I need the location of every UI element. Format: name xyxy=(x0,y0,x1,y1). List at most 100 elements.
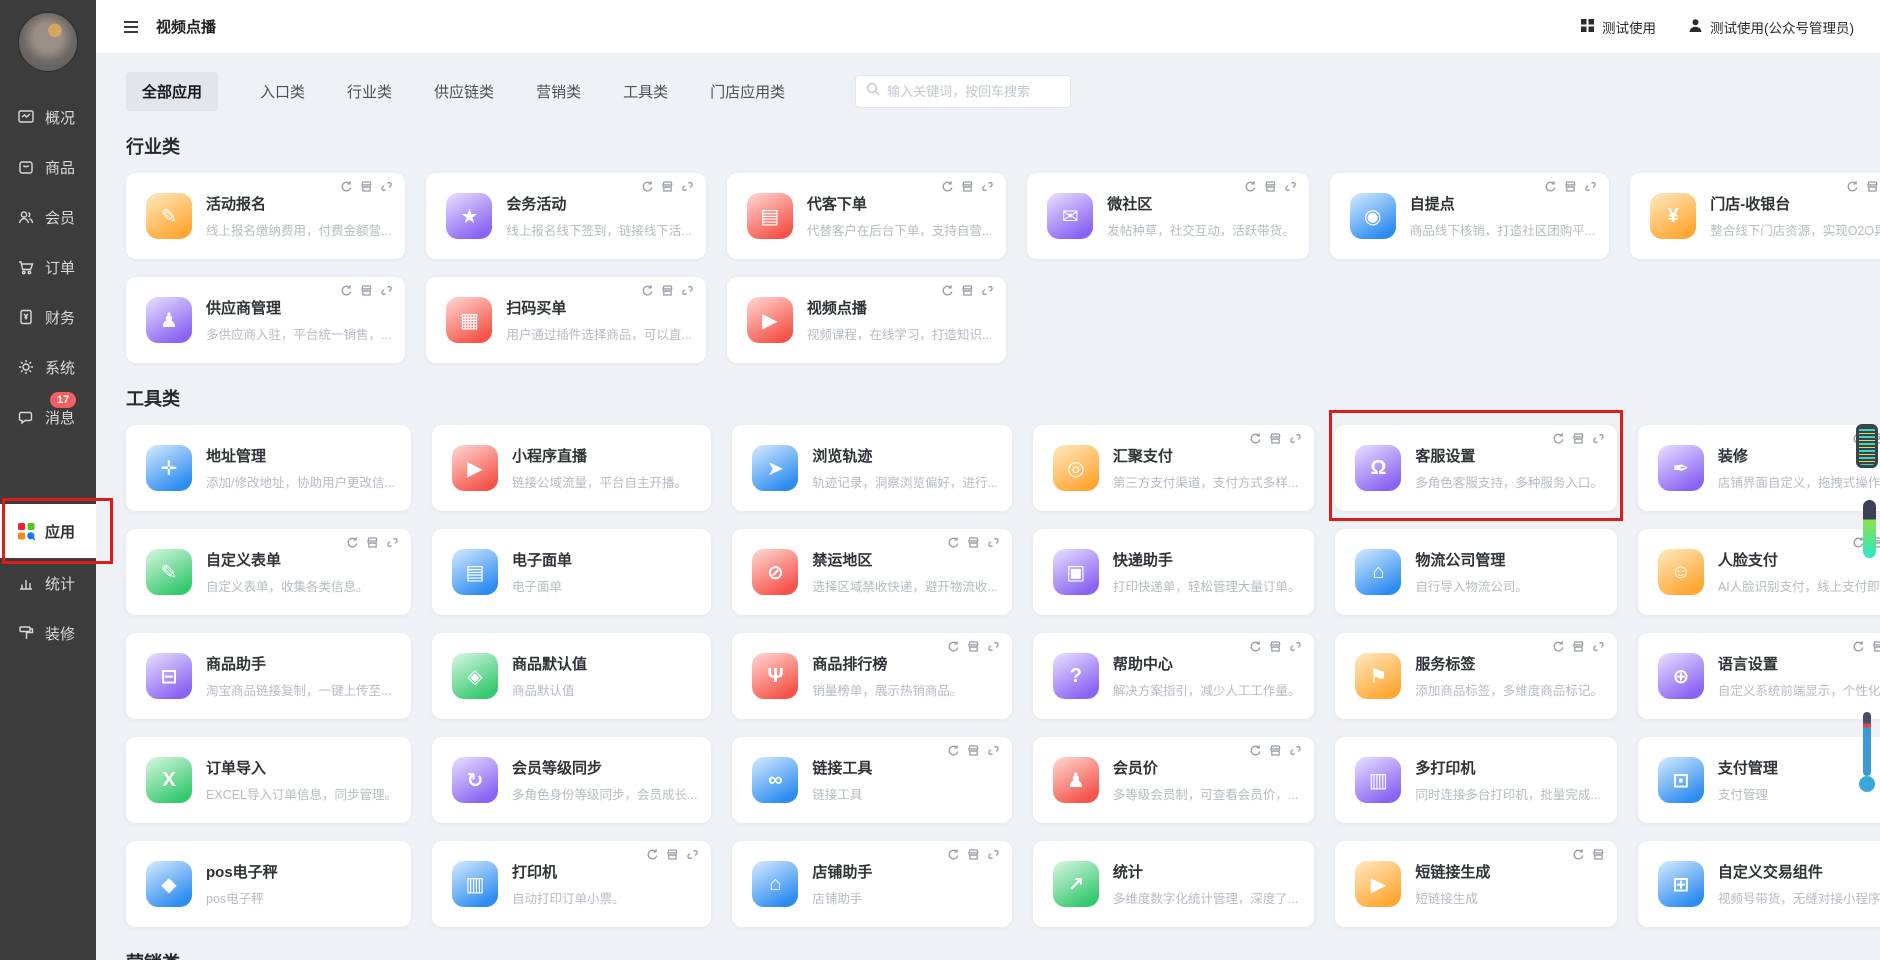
sidebar-item-4[interactable]: 订单 xyxy=(0,242,96,292)
app-card[interactable]: ⊡ 支付管理 支付管理 xyxy=(1637,737,1880,823)
tab-4[interactable]: 供应链类 xyxy=(434,81,494,102)
app-card[interactable]: ⊕ 语言设置自定义系统前端显示，个性化运... xyxy=(1637,633,1880,719)
sync-icon[interactable] xyxy=(340,284,353,297)
app-card[interactable]: ★ 会务活动 线上报名线下签到，链接线下活... xyxy=(426,173,706,259)
app-card[interactable]: ✎ 自定义表单 自定义表单，收集各类信息。 xyxy=(126,529,411,615)
app-card[interactable]: ✛ 地址管理 添加/修改地址，协助用户更改信... xyxy=(126,425,411,511)
link-icon[interactable] xyxy=(987,536,1000,549)
link-icon[interactable] xyxy=(1584,180,1597,193)
link-icon[interactable] xyxy=(1289,432,1302,445)
sync-icon[interactable] xyxy=(641,284,654,297)
shop-icon[interactable] xyxy=(1564,180,1577,193)
sidebar-item-7[interactable]: 消息 17 xyxy=(0,392,96,442)
app-card[interactable]: ⌂ 物流公司管理 自行导入物流公司。 xyxy=(1335,529,1617,615)
search-box[interactable] xyxy=(855,75,1072,108)
app-card[interactable]: Ψ 商品排行榜 销量榜单，展示热销商品。 xyxy=(732,633,1012,719)
shop-icon[interactable] xyxy=(1269,744,1282,757)
app-card[interactable]: ▥ 打印机 自动打印订单小票。 xyxy=(432,841,712,927)
search-input[interactable] xyxy=(887,84,1064,99)
link-icon[interactable] xyxy=(386,536,399,549)
link-icon[interactable] xyxy=(981,284,994,297)
equalizer-widget[interactable] xyxy=(1856,424,1878,468)
shop-icon[interactable] xyxy=(360,284,373,297)
app-card[interactable]: ▤ 电子面单 电子面单 xyxy=(432,529,712,615)
tab-2[interactable]: 入口类 xyxy=(260,81,305,102)
sync-icon[interactable] xyxy=(340,180,353,193)
sync-icon[interactable] xyxy=(646,848,659,861)
sync-icon[interactable] xyxy=(947,744,960,757)
shop-icon[interactable] xyxy=(1572,432,1585,445)
sync-icon[interactable] xyxy=(947,640,960,653)
sync-icon[interactable] xyxy=(1846,180,1859,193)
shop-icon[interactable] xyxy=(1866,180,1879,193)
shop-icon[interactable] xyxy=(967,536,980,549)
shop-icon[interactable] xyxy=(1572,640,1585,653)
app-card[interactable]: ◆ pos电子秤 pos电子秤 xyxy=(126,841,411,927)
app-card[interactable]: ▤ 代客下单 代替客户在后台下单，支持自营... xyxy=(726,173,1007,259)
app-card[interactable]: ∞ 链接工具 链接工具 xyxy=(732,737,1012,823)
sync-icon[interactable] xyxy=(1852,640,1865,653)
topbar-user-item-2[interactable]: 测试使用(公众号管理员) xyxy=(1688,17,1854,37)
shop-icon[interactable] xyxy=(661,284,674,297)
sidebar-item-1[interactable]: 概况 xyxy=(0,92,96,142)
app-card[interactable]: ◈ 商品默认值 商品默认值 xyxy=(432,633,712,719)
app-card[interactable]: ◉ 自提点 商品线下核销，打造社区团购平... xyxy=(1329,173,1610,259)
link-icon[interactable] xyxy=(1289,744,1302,757)
app-card[interactable]: ▦ 扫码买单 用户通过插件选择商品，可以直... xyxy=(426,277,706,363)
shop-icon[interactable] xyxy=(1269,432,1282,445)
app-card[interactable]: ▶ 短链接生成 短链接生成 xyxy=(1335,841,1617,927)
app-card[interactable]: ? 帮助中心 解决方案指引，减少人工工作量。 xyxy=(1032,633,1315,719)
app-card[interactable]: ⊟ 商品助手 淘宝商品链接复制，一键上传至... xyxy=(126,633,411,719)
hamburger-menu-icon[interactable] xyxy=(122,17,142,37)
link-icon[interactable] xyxy=(1592,640,1605,653)
shop-icon[interactable] xyxy=(967,640,980,653)
sync-icon[interactable] xyxy=(941,180,954,193)
sync-icon[interactable] xyxy=(1572,848,1585,861)
shop-icon[interactable] xyxy=(366,536,379,549)
shop-icon[interactable] xyxy=(1872,640,1880,653)
shop-icon[interactable] xyxy=(360,180,373,193)
shop-icon[interactable] xyxy=(1264,180,1277,193)
app-card[interactable]: ▣ 快递助手 打印快递单，轻松管理大量订单。 xyxy=(1032,529,1315,615)
shop-icon[interactable] xyxy=(1269,640,1282,653)
sidebar-item-5[interactable]: 财务 xyxy=(0,292,96,342)
tab-6[interactable]: 工具类 xyxy=(623,81,668,102)
app-card[interactable]: ↻ 会员等级同步 多角色身份等级同步，会员成长... xyxy=(432,737,712,823)
link-icon[interactable] xyxy=(380,284,393,297)
app-card[interactable]: ✎ 活动报名 线上报名缴纳费用，付费金额营... xyxy=(126,173,406,259)
app-card[interactable]: ▶ 视频点播 视频课程，在线学习，打造知识... xyxy=(726,277,1007,363)
sync-icon[interactable] xyxy=(1244,180,1257,193)
link-icon[interactable] xyxy=(987,848,1000,861)
sync-icon[interactable] xyxy=(1249,744,1262,757)
thermometer-widget[interactable] xyxy=(1859,712,1875,792)
app-card[interactable]: Ω 客服设置 多角色客服支持，多种服务入口。 xyxy=(1329,410,1623,521)
app-card[interactable]: ✉ 微社区 发帖种草，社交互动，活跃带货。 xyxy=(1027,173,1309,259)
sidebar-item-6[interactable]: 系统 xyxy=(0,342,96,392)
shop-icon[interactable] xyxy=(967,848,980,861)
tab-1[interactable]: 全部应用 xyxy=(126,72,219,111)
shop-icon[interactable] xyxy=(666,848,679,861)
sync-icon[interactable] xyxy=(1544,180,1557,193)
tab-5[interactable]: 营销类 xyxy=(536,81,581,102)
app-card[interactable]: ⌂ 店铺助手 店铺助手 xyxy=(732,841,1012,927)
avatar[interactable] xyxy=(18,12,78,72)
sync-icon[interactable] xyxy=(1249,432,1262,445)
sync-icon[interactable] xyxy=(641,180,654,193)
link-icon[interactable] xyxy=(686,848,699,861)
link-icon[interactable] xyxy=(380,180,393,193)
sidebar-item-8[interactable]: 应用 xyxy=(0,498,113,564)
app-card[interactable]: ☺ 人脸支付 AI人脸识别支付，线上支付即成... xyxy=(1637,529,1880,615)
app-card[interactable]: ▶ 小程序直播 链接公域流量，平台自主开播。 xyxy=(432,425,712,511)
link-icon[interactable] xyxy=(681,284,694,297)
sync-icon[interactable] xyxy=(1249,640,1262,653)
link-icon[interactable] xyxy=(1284,180,1297,193)
link-icon[interactable] xyxy=(681,180,694,193)
sidebar-item-9[interactable]: 统计 xyxy=(0,558,96,608)
shop-icon[interactable] xyxy=(661,180,674,193)
sidebar-item-3[interactable]: 会员 xyxy=(0,192,96,242)
shop-icon[interactable] xyxy=(967,744,980,757)
app-card[interactable]: X 订单导入 EXCEL导入订单信息，同步管理。 xyxy=(126,737,411,823)
app-card[interactable]: ♟ 供应商管理 多供应商入驻，平台统一销售，... xyxy=(126,277,406,363)
app-card[interactable]: ▥ 多打印机 同时连接多台打印机，批量完成... xyxy=(1335,737,1617,823)
app-card[interactable]: ⊘ 禁运地区 选择区域禁收快递，避开物流收... xyxy=(732,529,1012,615)
